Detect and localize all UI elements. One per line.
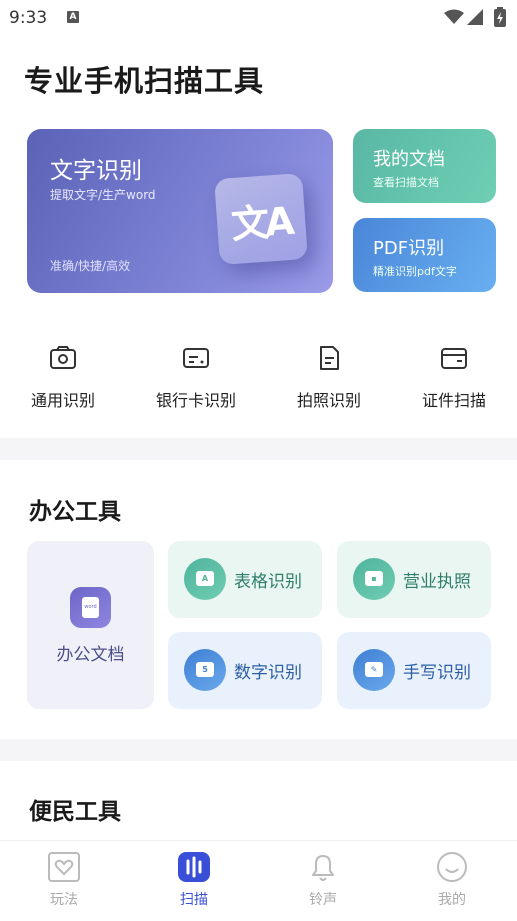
- status-bar: 9:33 A: [0, 0, 517, 36]
- translate-icon: 文A: [214, 173, 308, 265]
- tab-scan[interactable]: 扫描: [144, 841, 244, 921]
- document-icon: [320, 346, 339, 370]
- quick-label: 拍照识别: [296, 391, 361, 410]
- smile-icon: [437, 852, 467, 882]
- tab-label: 我的: [438, 892, 466, 908]
- cellular-icon: [467, 9, 483, 25]
- bottom-tab-bar: 玩法 扫描 铃声 我的: [0, 840, 517, 921]
- quick-label: 通用识别: [30, 391, 95, 410]
- battery-icon: [494, 7, 506, 27]
- pdf-recognition-card[interactable]: PDF识别 精准识别pdf文字: [353, 218, 496, 292]
- word-document-icon: word: [70, 587, 111, 628]
- page-title: 专业手机扫描工具: [24, 64, 265, 98]
- quick-general-recognition[interactable]: 通用识别: [8, 340, 118, 411]
- number-icon: 5: [184, 649, 226, 691]
- number-recognition-tile[interactable]: 5 数字识别: [168, 632, 322, 709]
- tile-label: 数字识别: [234, 663, 302, 683]
- business-license-tile[interactable]: ▪ 营业执照: [337, 541, 491, 618]
- notification-icon: A: [67, 11, 79, 23]
- my-documents-card[interactable]: 我的文档 查看扫描文档: [353, 129, 496, 203]
- quick-id-scan[interactable]: 证件扫描: [399, 340, 509, 411]
- convenience-tools-heading: 便民工具: [29, 799, 121, 825]
- office-documents-label: 办公文档: [56, 645, 125, 665]
- bell-icon: [312, 855, 334, 881]
- tab-mine[interactable]: 我的: [402, 841, 502, 921]
- pdf-recognition-title: PDF识别: [373, 238, 445, 259]
- table-icon: A: [184, 558, 226, 600]
- quick-bank-card[interactable]: 银行卡识别: [141, 340, 251, 411]
- quick-label: 证件扫描: [421, 391, 486, 410]
- office-documents-card[interactable]: word 办公文档: [27, 541, 154, 709]
- license-icon: ▪: [353, 558, 395, 600]
- heart-frame-icon: [48, 852, 80, 882]
- bank-card-icon: [183, 348, 209, 368]
- quick-actions: 通用识别 银行卡识别 拍照识别 证件扫描: [0, 340, 517, 420]
- quick-label: 银行卡识别: [155, 391, 236, 410]
- hero-subtitle: 提取文字/生产word: [50, 188, 156, 202]
- pen-icon: ✎: [353, 649, 395, 691]
- my-documents-subtitle: 查看扫描文档: [373, 176, 439, 189]
- wifi-icon: [444, 9, 464, 24]
- tab-label: 玩法: [50, 892, 78, 908]
- tab-label: 铃声: [309, 892, 337, 908]
- scan-icon: [178, 852, 210, 882]
- tab-play[interactable]: 玩法: [14, 841, 114, 921]
- camera-icon: [50, 346, 76, 369]
- pen-icon-glyph: ✎: [365, 662, 383, 677]
- number-icon-glyph: 5: [196, 662, 214, 677]
- wallet-icon: [441, 348, 467, 369]
- pdf-recognition-subtitle: 精准识别pdf文字: [373, 265, 457, 278]
- tab-label: 扫描: [180, 892, 208, 908]
- translate-icon-text: 文A: [229, 198, 293, 248]
- table-recognition-tile[interactable]: A 表格识别: [168, 541, 322, 618]
- hero-title: 文字识别: [50, 158, 142, 184]
- table-icon-glyph: A: [196, 571, 214, 586]
- quick-photo-recognition[interactable]: 拍照识别: [274, 340, 384, 411]
- my-documents-title: 我的文档: [373, 149, 445, 170]
- handwriting-recognition-tile[interactable]: ✎ 手写识别: [337, 632, 491, 709]
- tile-label: 手写识别: [403, 663, 471, 683]
- hero-tagline: 准确/快捷/高效: [50, 259, 131, 273]
- office-tools-heading: 办公工具: [29, 499, 121, 525]
- tile-label: 表格识别: [234, 572, 302, 592]
- section-divider: [0, 739, 517, 761]
- license-icon-glyph: ▪: [365, 571, 383, 586]
- word-page: word: [82, 597, 99, 618]
- tile-label: 营业执照: [403, 572, 471, 592]
- status-time: 9:33: [9, 8, 48, 28]
- section-divider: [0, 438, 517, 460]
- tab-ringtone[interactable]: 铃声: [273, 841, 373, 921]
- text-recognition-card[interactable]: 文字识别 提取文字/生产word 准确/快捷/高效 文A: [27, 129, 333, 293]
